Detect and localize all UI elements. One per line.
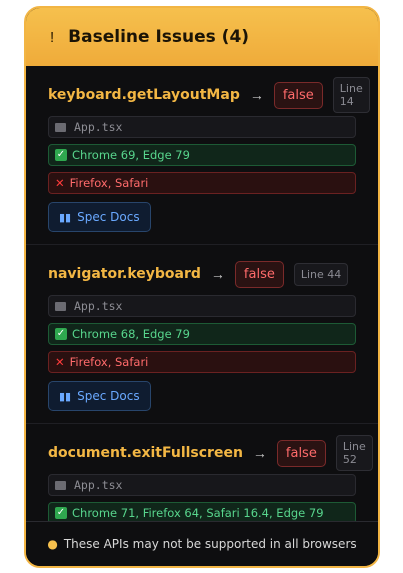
line-badge[interactable]: Line 52 xyxy=(335,435,373,471)
unsupported-text: Firefox, Safari xyxy=(69,355,149,369)
file-box[interactable]: App.tsx xyxy=(48,474,356,496)
lightbulb-icon: ● xyxy=(47,537,58,551)
file-box[interactable]: App.tsx xyxy=(48,116,356,138)
check-icon: ✓ xyxy=(55,328,67,340)
panel-title: Baseline Issues (4) xyxy=(68,27,250,47)
issue-item: navigator.keyboard → false Line 44 App.t… xyxy=(26,245,378,424)
supported-text: Chrome 68, Edge 79 xyxy=(72,327,190,341)
value-badge: false xyxy=(276,439,326,467)
spec-docs-button[interactable]: ▮▮ Spec Docs xyxy=(48,381,151,411)
unsupported-browsers: ✕ Firefox, Safari xyxy=(48,351,356,373)
line-badge[interactable]: Line 14 xyxy=(332,77,370,113)
file-name: App.tsx xyxy=(74,299,123,313)
file-name: App.tsx xyxy=(74,120,123,134)
value-badge: false xyxy=(273,81,323,109)
issue-title-row: keyboard.getLayoutMap → false Line 14 xyxy=(48,77,370,113)
supported-browsers: ✓ Chrome 69, Edge 79 xyxy=(48,144,356,166)
book-icon: ▮▮ xyxy=(59,389,72,403)
cross-icon: ✕ xyxy=(55,355,65,369)
issue-list[interactable]: keyboard.getLayoutMap → false Line 14 Ap… xyxy=(26,66,378,524)
book-icon: ▮▮ xyxy=(59,210,72,224)
spec-docs-label: Spec Docs xyxy=(77,210,140,224)
footer-text: These APIs may not be supported in all b… xyxy=(63,537,357,551)
cross-icon: ✕ xyxy=(55,176,65,190)
value-badge: false xyxy=(234,260,284,288)
supported-browsers: ✓ Chrome 68, Edge 79 xyxy=(48,323,356,345)
supported-text: Chrome 69, Edge 79 xyxy=(72,148,190,162)
folder-icon xyxy=(55,122,66,132)
api-name: document.exitFullscreen xyxy=(48,445,243,461)
api-name: keyboard.getLayoutMap xyxy=(48,87,240,103)
issue-item: document.exitFullscreen → false Line 52 … xyxy=(26,424,378,524)
line-badge[interactable]: Line 44 xyxy=(293,262,349,286)
panel-header: ! Baseline Issues (4) xyxy=(26,8,378,66)
folder-icon xyxy=(55,301,66,311)
file-box[interactable]: App.tsx xyxy=(48,295,356,317)
supported-text: Chrome 71, Firefox 64, Safari 16.4, Edge… xyxy=(72,506,324,520)
api-name: navigator.keyboard xyxy=(48,266,201,282)
check-icon: ✓ xyxy=(55,149,67,161)
folder-icon xyxy=(55,480,66,490)
arrow-icon: → xyxy=(252,445,267,461)
baseline-issues-panel: ! Baseline Issues (4) keyboard.getLayout… xyxy=(24,6,380,568)
check-icon: ✓ xyxy=(55,507,67,519)
spec-docs-button[interactable]: ▮▮ Spec Docs xyxy=(48,202,151,232)
file-name: App.tsx xyxy=(74,478,123,492)
panel-footer: ● These APIs may not be supported in all… xyxy=(26,521,378,566)
arrow-icon: → xyxy=(249,87,264,103)
unsupported-text: Firefox, Safari xyxy=(69,176,149,190)
unsupported-browsers: ✕ Firefox, Safari xyxy=(48,172,356,194)
spec-docs-label: Spec Docs xyxy=(77,389,140,403)
warning-icon: ! xyxy=(50,28,55,46)
issue-title-row: document.exitFullscreen → false Line 52 xyxy=(48,435,373,471)
issue-title-row: navigator.keyboard → false Line 44 xyxy=(48,259,356,289)
arrow-icon: → xyxy=(210,266,225,282)
issue-item: keyboard.getLayoutMap → false Line 14 Ap… xyxy=(26,66,378,245)
